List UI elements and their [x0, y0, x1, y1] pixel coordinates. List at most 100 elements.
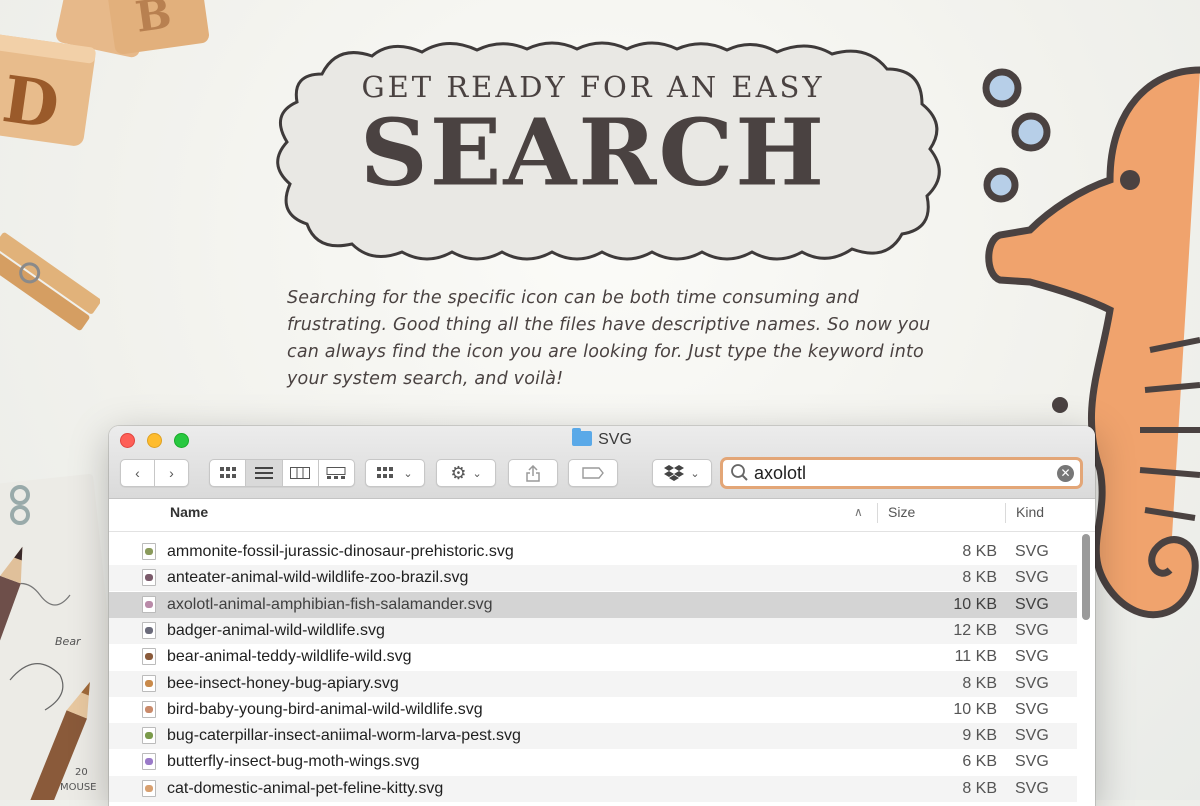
- chevron-down-icon: ⌄: [472, 467, 482, 480]
- file-size: 8 KB: [962, 674, 997, 692]
- finder-window: SVG ‹ › ⌄ ⚙ ⌄ ⌄ axolotl ✕ Name ∧ Size Ki…: [109, 426, 1095, 806]
- file-kind: SVG: [1015, 753, 1049, 771]
- vertical-scrollbar[interactable]: [1082, 534, 1090, 620]
- file-size: 8 KB: [962, 543, 997, 560]
- file-size: 8 KB: [962, 569, 997, 587]
- file-name: cat-domestic-animal-pet-feline-kitty.svg: [167, 779, 444, 797]
- chevron-left-icon: ‹: [135, 465, 140, 481]
- svg-file-icon: [142, 648, 156, 666]
- group-icon: [377, 467, 394, 478]
- file-row[interactable]: cat-domestic-animal-pet-feline-kitty.svg…: [109, 775, 1077, 802]
- file-kind: SVG: [1015, 543, 1049, 560]
- chevron-right-icon: ›: [169, 465, 174, 481]
- file-row[interactable]: bird-baby-young-bird-animal-wild-wildlif…: [109, 697, 1077, 723]
- sketch-label-bear: Bear: [55, 635, 82, 648]
- folder-icon: [572, 428, 593, 446]
- chevron-down-icon: ⌄: [403, 467, 413, 480]
- dropbox-icon: [664, 464, 685, 481]
- file-kind: SVG: [1015, 569, 1049, 587]
- clothespin-decoration: [0, 232, 100, 331]
- list-view-icon: [254, 467, 273, 479]
- tag-icon: [582, 467, 604, 479]
- svg-file-icon: [142, 779, 156, 797]
- dropbox-button[interactable]: ⌄: [652, 459, 712, 487]
- file-name: anteater-animal-wild-wildlife-zoo-brazil…: [167, 569, 469, 587]
- file-name: bird-baby-young-bird-animal-wild-wildlif…: [167, 700, 483, 718]
- svg-file-icon: [142, 700, 156, 718]
- file-name: axolotl-animal-amphibian-fish-salamander…: [167, 595, 493, 613]
- view-mode-segmented: [209, 459, 355, 487]
- headline-title: SEARCH: [359, 99, 827, 207]
- promo-description: Searching for the specific icon can be b…: [287, 288, 931, 389]
- svg-file-icon: [142, 543, 156, 560]
- svg-file-icon: [142, 621, 156, 639]
- gallery-view-button[interactable]: [319, 460, 354, 486]
- sketch-number: 20: [75, 767, 88, 778]
- forward-button[interactable]: ›: [155, 460, 188, 486]
- file-size: 10 KB: [953, 700, 997, 718]
- file-row[interactable]: badger-animal-wild-wildlife.svg 12 KB SVG: [109, 617, 1077, 644]
- file-size: 8 KB: [962, 779, 997, 797]
- column-divider[interactable]: [877, 503, 878, 523]
- block-letter-b: B: [133, 0, 175, 42]
- file-row[interactable]: anteater-animal-wild-wildlife-zoo-brazil…: [109, 565, 1077, 592]
- tags-button[interactable]: [568, 459, 618, 487]
- file-name: butterfly-insect-bug-moth-wings.svg: [167, 753, 420, 771]
- column-view-icon: [290, 467, 311, 479]
- nav-back-forward: ‹ ›: [120, 459, 189, 487]
- gear-icon: ⚙: [450, 462, 467, 483]
- file-size: 11 KB: [954, 648, 997, 666]
- file-row[interactable]: ammonite-fossil-jurassic-dinosaur-prehis…: [109, 539, 1077, 565]
- column-header-name[interactable]: Name: [170, 499, 208, 531]
- action-menu-button[interactable]: ⚙ ⌄: [436, 459, 496, 487]
- column-header-kind[interactable]: Kind: [1016, 499, 1044, 531]
- file-size: 6 KB: [962, 753, 997, 771]
- column-header-size[interactable]: Size: [888, 499, 915, 531]
- share-icon: [526, 464, 540, 482]
- svg-file-icon: [142, 595, 156, 613]
- file-name: bear-animal-teddy-wildlife-wild.svg: [167, 648, 412, 666]
- file-kind: SVG: [1015, 595, 1049, 613]
- search-icon: [731, 464, 748, 481]
- file-name: bee-insect-honey-bug-apiary.svg: [167, 674, 399, 692]
- back-button[interactable]: ‹: [121, 460, 155, 486]
- icon-view-button[interactable]: [210, 460, 247, 486]
- file-kind: SVG: [1015, 674, 1049, 692]
- file-name: ammonite-fossil-jurassic-dinosaur-prehis…: [167, 543, 514, 560]
- file-kind: SVG: [1015, 621, 1049, 639]
- file-kind: SVG: [1015, 700, 1049, 718]
- svg-file-icon: [142, 674, 156, 692]
- share-button[interactable]: [508, 459, 558, 487]
- file-row[interactable]: butterfly-insect-bug-moth-wings.svg 6 KB S…: [109, 749, 1077, 775]
- sketch-paper-pencils-decoration: Bear MOUSE 20: [0, 473, 110, 800]
- gallery-view-icon: [326, 467, 346, 479]
- file-row[interactable]: bug-caterpillar-insect-aniimal-worm-larv…: [109, 723, 1077, 750]
- grid-view-icon: [219, 467, 236, 478]
- file-kind: SVG: [1015, 648, 1049, 666]
- search-field: ✕: [720, 457, 1083, 489]
- sketch-label-mouse: MOUSE: [60, 782, 96, 793]
- file-size: 12 KB: [953, 621, 997, 639]
- column-header: Name ∧ Size Kind: [109, 499, 1095, 532]
- svg-file-icon: [142, 727, 156, 745]
- column-divider[interactable]: [1005, 503, 1006, 523]
- file-kind: SVG: [1015, 727, 1049, 745]
- search-input[interactable]: [750, 462, 1057, 484]
- sort-ascending-icon: ∧: [854, 505, 863, 519]
- file-row[interactable]: axolotl-animal-amphibian-fish-salamander…: [109, 591, 1077, 618]
- clear-search-icon[interactable]: ✕: [1057, 464, 1074, 482]
- finder-toolbar: SVG ‹ › ⌄ ⚙ ⌄ ⌄ axolotl ✕: [109, 426, 1095, 499]
- chevron-down-icon: ⌄: [690, 467, 700, 480]
- file-size: 10 KB: [953, 595, 997, 613]
- column-view-button[interactable]: [283, 460, 319, 486]
- file-row[interactable]: bee-insect-honey-bug-apiary.svg 8 KB SVG: [109, 670, 1077, 697]
- file-row[interactable]: bear-animal-teddy-wildlife-wild.svg 11 KB…: [109, 644, 1077, 670]
- group-by-button[interactable]: ⌄: [365, 459, 425, 487]
- file-kind: SVG: [1015, 779, 1049, 797]
- list-view-button[interactable]: [246, 460, 283, 486]
- window-title: SVG: [109, 428, 1095, 449]
- svg-file-icon: [142, 569, 156, 587]
- file-size: 9 KB: [962, 727, 997, 745]
- svg-file-icon: [142, 753, 156, 771]
- window-title-text: SVG: [598, 431, 632, 448]
